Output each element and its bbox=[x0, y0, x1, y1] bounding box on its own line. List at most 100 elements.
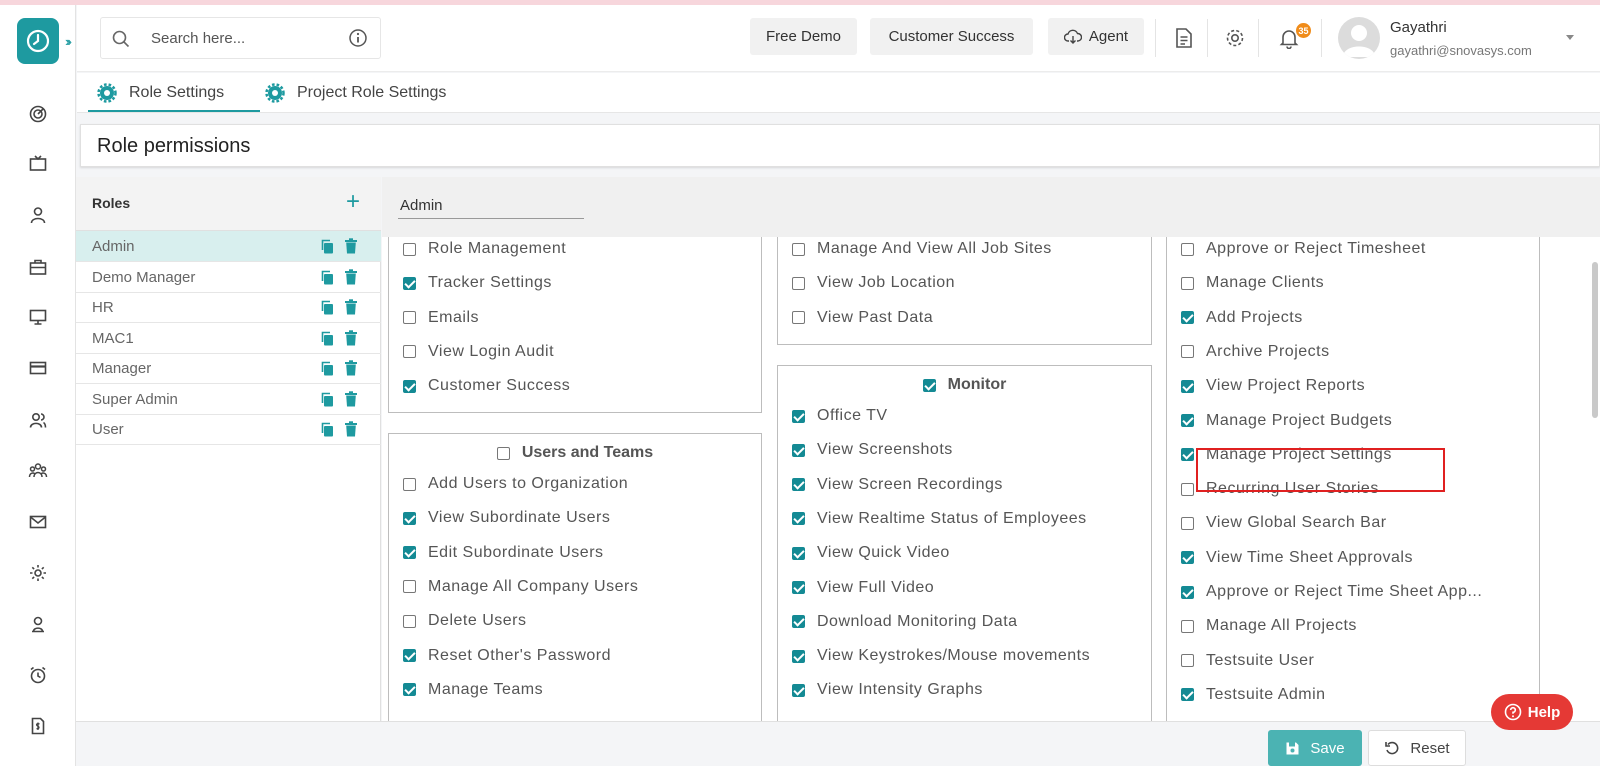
mail-icon[interactable] bbox=[27, 511, 49, 533]
trash-icon[interactable] bbox=[344, 329, 358, 351]
permission-item[interactable]: View Subordinate Users bbox=[403, 507, 610, 529]
add-role-button[interactable]: + bbox=[346, 188, 360, 216]
permission-checkbox[interactable] bbox=[1181, 516, 1194, 530]
copy-icon[interactable] bbox=[320, 361, 334, 381]
permission-item[interactable]: Role Management bbox=[403, 238, 566, 260]
permission-item[interactable]: Add Users to Organization bbox=[403, 473, 628, 495]
copy-icon[interactable] bbox=[320, 422, 334, 442]
gear-icon[interactable] bbox=[1223, 26, 1247, 50]
role-name-input[interactable] bbox=[398, 193, 584, 219]
group-checkbox[interactable] bbox=[922, 378, 936, 392]
permission-group-title[interactable]: Monitor bbox=[778, 376, 1151, 394]
users-icon[interactable] bbox=[27, 409, 49, 431]
scrollbar[interactable] bbox=[1592, 262, 1598, 418]
permission-checkbox[interactable] bbox=[403, 580, 416, 594]
permission-checkbox[interactable] bbox=[1181, 311, 1194, 325]
permission-item[interactable]: Reset Other's Password bbox=[403, 645, 611, 667]
help-button[interactable]: Help bbox=[1491, 694, 1573, 730]
agent-button[interactable]: Agent bbox=[1048, 18, 1144, 55]
trash-icon[interactable] bbox=[344, 360, 358, 381]
permission-checkbox[interactable] bbox=[1181, 345, 1194, 359]
permission-item[interactable]: View Intensity Graphs bbox=[792, 679, 983, 701]
permission-checkbox[interactable] bbox=[1181, 619, 1194, 633]
permission-checkbox[interactable] bbox=[792, 683, 805, 697]
permission-item[interactable]: Testsuite User bbox=[1181, 650, 1314, 672]
trash-icon[interactable] bbox=[344, 421, 358, 442]
permission-item[interactable]: Office TV bbox=[792, 405, 888, 427]
permission-checkbox[interactable] bbox=[1181, 276, 1194, 290]
permission-item[interactable]: View Keystrokes/Mouse movements bbox=[792, 645, 1090, 667]
permission-checkbox[interactable] bbox=[792, 615, 805, 629]
permission-checkbox[interactable] bbox=[403, 477, 416, 491]
permission-item[interactable]: View Global Search Bar bbox=[1181, 512, 1387, 534]
card-icon[interactable] bbox=[27, 357, 49, 379]
permission-checkbox[interactable] bbox=[792, 546, 805, 560]
permission-group-title[interactable]: Users and Teams bbox=[389, 444, 761, 462]
tv-icon[interactable] bbox=[27, 153, 49, 175]
app-logo[interactable] bbox=[17, 18, 59, 64]
permission-checkbox[interactable] bbox=[1181, 688, 1194, 702]
permission-checkbox[interactable] bbox=[1181, 482, 1194, 496]
permission-item[interactable]: Testsuite Admin bbox=[1181, 684, 1326, 706]
chevron-down-icon[interactable] bbox=[1566, 35, 1574, 40]
permission-checkbox[interactable] bbox=[792, 409, 805, 423]
info-icon[interactable] bbox=[348, 28, 368, 53]
permission-item[interactable]: Tracker Settings bbox=[403, 272, 552, 294]
permission-item[interactable]: View Login Audit bbox=[403, 341, 554, 363]
settings-icon[interactable] bbox=[27, 562, 49, 584]
permission-item[interactable]: Manage All Projects bbox=[1181, 615, 1357, 637]
permission-checkbox[interactable] bbox=[1181, 448, 1194, 462]
alarm-icon[interactable] bbox=[27, 664, 49, 686]
permission-checkbox[interactable] bbox=[403, 511, 416, 525]
copy-icon[interactable] bbox=[320, 239, 334, 259]
save-button[interactable]: Save bbox=[1268, 730, 1362, 766]
reset-button[interactable]: Reset bbox=[1368, 730, 1466, 766]
user-icon[interactable] bbox=[27, 204, 49, 226]
permission-checkbox[interactable] bbox=[792, 443, 805, 457]
permission-checkbox[interactable] bbox=[1181, 551, 1194, 565]
team-icon[interactable] bbox=[27, 460, 49, 482]
role-item[interactable]: Super Admin bbox=[76, 384, 381, 415]
user-badge-icon[interactable] bbox=[27, 613, 49, 635]
permission-checkbox[interactable] bbox=[403, 242, 416, 256]
permission-checkbox[interactable] bbox=[1181, 414, 1194, 427]
permission-item[interactable]: Manage Project Budgets bbox=[1181, 410, 1392, 432]
permission-item[interactable]: Download Monitoring Data bbox=[792, 611, 1018, 633]
permission-item[interactable]: View Past Data bbox=[792, 307, 933, 329]
permission-item[interactable]: View Quick Video bbox=[792, 542, 950, 564]
permission-item[interactable]: Add Projects bbox=[1181, 307, 1303, 329]
permission-item[interactable]: Manage Teams bbox=[403, 679, 543, 701]
permission-checkbox[interactable] bbox=[1181, 585, 1194, 599]
permission-checkbox[interactable] bbox=[792, 276, 805, 290]
expand-icon[interactable]: ››› bbox=[65, 34, 72, 49]
copy-icon[interactable] bbox=[320, 300, 334, 320]
permission-item[interactable]: View Full Video bbox=[792, 577, 934, 599]
avatar[interactable] bbox=[1338, 17, 1380, 59]
permission-item[interactable]: Emails bbox=[403, 307, 479, 329]
permission-item[interactable]: View Screenshots bbox=[792, 439, 953, 461]
permission-checkbox[interactable] bbox=[403, 345, 416, 359]
permission-item[interactable]: Approve or Reject Time Sheet App... bbox=[1181, 581, 1482, 603]
permission-item[interactable]: Approve or Reject Timesheet bbox=[1181, 238, 1426, 260]
permission-item[interactable]: View Time Sheet Approvals bbox=[1181, 547, 1413, 569]
trash-icon[interactable] bbox=[344, 299, 358, 320]
monitor-icon[interactable] bbox=[27, 306, 49, 328]
permission-checkbox[interactable] bbox=[792, 649, 805, 663]
permission-checkbox[interactable] bbox=[403, 546, 416, 560]
search-input[interactable] bbox=[151, 27, 331, 49]
permission-item[interactable]: Manage Clients bbox=[1181, 272, 1324, 294]
briefcase-icon[interactable] bbox=[27, 256, 49, 278]
role-item[interactable]: Manager bbox=[76, 353, 381, 384]
trash-icon[interactable] bbox=[344, 268, 358, 290]
permission-checkbox[interactable] bbox=[403, 276, 416, 290]
role-item[interactable]: MAC1 bbox=[76, 323, 381, 354]
free-demo-button[interactable]: Free Demo bbox=[750, 18, 857, 55]
trash-icon[interactable] bbox=[344, 238, 358, 259]
role-item[interactable]: Demo Manager bbox=[76, 262, 381, 293]
customer-success-button[interactable]: Customer Success bbox=[870, 18, 1033, 55]
permission-checkbox[interactable] bbox=[403, 649, 416, 662]
permission-checkbox[interactable] bbox=[1181, 654, 1194, 668]
role-item[interactable]: Admin bbox=[76, 231, 381, 262]
permission-item[interactable]: Customer Success bbox=[403, 375, 570, 397]
permission-item[interactable]: View Job Location bbox=[792, 272, 955, 294]
